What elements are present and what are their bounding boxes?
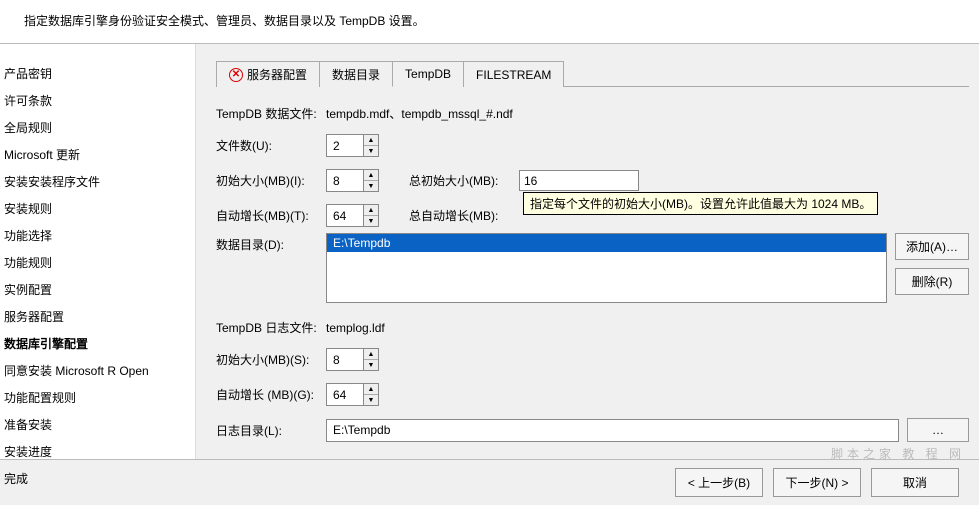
autogrow-stepper[interactable]: ▲ ▼: [364, 204, 379, 227]
label-log-files: TempDB 日志文件:: [216, 319, 326, 336]
autogrow-down[interactable]: ▼: [364, 216, 378, 226]
page-subtitle: 指定数据库引擎身份验证安全模式、管理员、数据目录以及 TempDB 设置。: [24, 14, 425, 28]
log-init-input[interactable]: [326, 348, 364, 371]
tab-label: FILESTREAM: [476, 68, 551, 82]
next-button[interactable]: 下一步(N) >: [773, 468, 861, 497]
label-total-autogrow: 总自动增长(MB):: [409, 207, 519, 224]
tab-0[interactable]: ✕ 服务器配置: [216, 61, 320, 87]
label-autogrow: 自动增长(MB)(T):: [216, 207, 326, 224]
tempdb-form: TempDB 数据文件: tempdb.mdf、tempdb_mssql_#.n…: [216, 87, 969, 442]
label-log-autogrow: 自动增长 (MB)(G):: [216, 386, 326, 403]
row-log-dir: 日志目录(L): …: [216, 418, 969, 442]
init-size-input[interactable]: [326, 169, 364, 192]
tab-label: 服务器配置: [247, 66, 307, 83]
error-icon: ✕: [229, 68, 243, 82]
value-log-files: templog.ldf: [326, 321, 385, 335]
label-data-dir: 数据目录(D):: [216, 233, 326, 253]
header-bar: 指定数据库引擎身份验证安全模式、管理员、数据目录以及 TempDB 设置。: [0, 0, 979, 44]
file-count-up[interactable]: ▲: [364, 135, 378, 146]
remove-button[interactable]: 删除(R): [895, 268, 969, 295]
row-log-init: 初始大小(MB)(S): ▲ ▼: [216, 348, 969, 371]
file-count-spinner[interactable]: ▲ ▼: [326, 134, 379, 157]
browse-button[interactable]: …: [907, 418, 969, 442]
log-dir-input[interactable]: [326, 419, 899, 442]
init-size-stepper[interactable]: ▲ ▼: [364, 169, 379, 192]
row-init-size: 初始大小(MB)(I): ▲ ▼ 总初始大小(MB):: [216, 169, 969, 192]
cancel-button[interactable]: 取消: [871, 468, 959, 497]
watermark: 脚本之家 教 程 网: [831, 445, 965, 462]
sidebar-item-3[interactable]: Microsoft 更新: [0, 141, 195, 168]
sidebar-item-2[interactable]: 全局规则: [0, 114, 195, 141]
init-size-down[interactable]: ▼: [364, 181, 378, 191]
tab-label: TempDB: [405, 67, 451, 81]
log-autogrow-down[interactable]: ▼: [364, 395, 378, 405]
log-autogrow-spinner[interactable]: ▲ ▼: [326, 383, 379, 406]
log-init-stepper[interactable]: ▲ ▼: [364, 348, 379, 371]
sidebar-item-8[interactable]: 实例配置: [0, 276, 195, 303]
sidebar-item-13[interactable]: 准备安装: [0, 411, 195, 438]
sidebar-item-15[interactable]: 完成: [0, 465, 195, 492]
tab-2[interactable]: TempDB: [392, 61, 464, 87]
data-dir-list[interactable]: E:\Tempdb: [326, 233, 887, 303]
total-init-input[interactable]: [519, 170, 639, 191]
row-data-dir: 数据目录(D): E:\Tempdb 添加(A)… 删除(R): [216, 233, 969, 303]
file-count-stepper[interactable]: ▲ ▼: [364, 134, 379, 157]
tooltip: 指定每个文件的初始大小(MB)。设置允许此值最大为 1024 MB。: [523, 192, 878, 215]
row-data-files: TempDB 数据文件: tempdb.mdf、tempdb_mssql_#.n…: [216, 105, 969, 122]
sidebar-item-6[interactable]: 功能选择: [0, 222, 195, 249]
label-total-init: 总初始大小(MB):: [409, 172, 519, 189]
sidebar-item-14[interactable]: 安装进度: [0, 438, 195, 465]
autogrow-up[interactable]: ▲: [364, 205, 378, 216]
autogrow-input[interactable]: [326, 204, 364, 227]
log-autogrow-input[interactable]: [326, 383, 364, 406]
log-autogrow-up[interactable]: ▲: [364, 384, 378, 395]
tab-label: 数据目录: [332, 66, 380, 83]
tab-1[interactable]: 数据目录: [319, 61, 393, 87]
init-size-spinner[interactable]: ▲ ▼: [326, 169, 379, 192]
label-log-dir: 日志目录(L):: [216, 422, 326, 439]
value-data-files: tempdb.mdf、tempdb_mssql_#.ndf: [326, 105, 513, 122]
sidebar-item-7[interactable]: 功能规则: [0, 249, 195, 276]
sidebar-item-10[interactable]: 数据库引擎配置: [0, 330, 195, 357]
log-init-up[interactable]: ▲: [364, 349, 378, 360]
sidebar-item-11[interactable]: 同意安装 Microsoft R Open: [0, 357, 195, 384]
autogrow-spinner[interactable]: ▲ ▼: [326, 204, 379, 227]
log-init-down[interactable]: ▼: [364, 360, 378, 370]
label-file-count: 文件数(U):: [216, 137, 326, 154]
init-size-up[interactable]: ▲: [364, 170, 378, 181]
row-log-files: TempDB 日志文件: templog.ldf: [216, 319, 969, 336]
label-init-size: 初始大小(MB)(I):: [216, 172, 326, 189]
content-panel: ✕ 服务器配置 数据目录 TempDB FILESTREAM TempDB 数据文件: …: [196, 44, 979, 459]
log-init-spinner[interactable]: ▲ ▼: [326, 348, 379, 371]
label-data-files: TempDB 数据文件:: [216, 105, 326, 122]
add-button[interactable]: 添加(A)…: [895, 233, 969, 260]
sidebar: 产品密钥许可条款全局规则Microsoft 更新安装安装程序文件安装规则功能选择…: [0, 44, 196, 459]
label-log-init: 初始大小(MB)(S):: [216, 351, 326, 368]
sidebar-item-0[interactable]: 产品密钥: [0, 60, 195, 87]
sidebar-item-1[interactable]: 许可条款: [0, 87, 195, 114]
sidebar-item-9[interactable]: 服务器配置: [0, 303, 195, 330]
file-count-down[interactable]: ▼: [364, 146, 378, 156]
tabs: ✕ 服务器配置 数据目录 TempDB FILESTREAM: [216, 60, 969, 87]
log-autogrow-stepper[interactable]: ▲ ▼: [364, 383, 379, 406]
data-dir-item[interactable]: E:\Tempdb: [327, 234, 886, 252]
row-log-autogrow: 自动增长 (MB)(G): ▲ ▼: [216, 383, 969, 406]
back-button[interactable]: < 上一步(B): [675, 468, 763, 497]
tab-3[interactable]: FILESTREAM: [463, 61, 564, 87]
sidebar-item-4[interactable]: 安装安装程序文件: [0, 168, 195, 195]
row-file-count: 文件数(U): ▲ ▼: [216, 134, 969, 157]
sidebar-item-5[interactable]: 安装规则: [0, 195, 195, 222]
sidebar-item-12[interactable]: 功能配置规则: [0, 384, 195, 411]
main-area: 产品密钥许可条款全局规则Microsoft 更新安装安装程序文件安装规则功能选择…: [0, 44, 979, 459]
data-dir-buttons: 添加(A)… 删除(R): [895, 233, 969, 295]
file-count-input[interactable]: [326, 134, 364, 157]
